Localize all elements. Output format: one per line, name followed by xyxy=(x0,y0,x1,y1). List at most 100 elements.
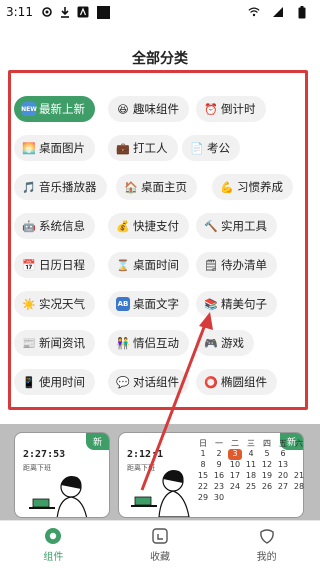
category-chip-couple[interactable]: 👫 情侣互动 xyxy=(108,330,189,356)
status-bar: 3:11 xyxy=(0,0,320,24)
category-chip-habit[interactable]: 💪 习惯养成 xyxy=(212,174,293,200)
calendar-day xyxy=(228,493,242,504)
tab-mine[interactable]: 我的 xyxy=(213,521,320,568)
category-chip-desktop-pictures[interactable]: 🌅 桌面图片 xyxy=(14,135,95,161)
category-chip-label: 趣味组件 xyxy=(133,102,179,116)
app-notification-square-icon xyxy=(96,5,110,19)
calendar-day: 1 xyxy=(200,449,206,458)
widget-subtitle: 距离下班 xyxy=(23,464,51,472)
calendar-day: 28 xyxy=(293,482,305,491)
category-chip-countdown[interactable]: ⏰ 倒计时 xyxy=(196,96,266,122)
category-chip-label: 游戏 xyxy=(221,336,244,350)
new-icon: NEW xyxy=(21,102,37,116)
page-title: 全部分类 xyxy=(132,51,188,67)
document-icon: 📄 xyxy=(190,141,204,155)
category-chip-news[interactable]: 📰 新闻资讯 xyxy=(14,330,95,356)
calendar-day: 8 xyxy=(200,460,206,469)
signal-icon xyxy=(272,6,284,18)
calendar-week-row: 29 30 xyxy=(196,493,306,504)
category-chip-desktop-time[interactable]: ⌛ 桌面时间 xyxy=(108,252,189,278)
category-chip-label: 桌面时间 xyxy=(133,258,179,272)
weekday: 日 xyxy=(199,439,207,448)
category-chip-label: 精美句子 xyxy=(221,297,267,311)
category-chip-worker[interactable]: 💼 打工人 xyxy=(108,135,178,161)
newspaper-icon: 📰 xyxy=(22,336,36,350)
category-chip-calendar[interactable]: 📅 日历日程 xyxy=(14,252,95,278)
calendar-day: 5 xyxy=(264,449,270,458)
calendar-week-row: 8 9 10 11 12 13 xyxy=(196,460,306,471)
category-chip-label: 系统信息 xyxy=(39,219,85,233)
category-chip-label: 待办清单 xyxy=(221,258,267,272)
category-chip-label: 情侣互动 xyxy=(133,336,179,350)
category-chip-label: 实况天气 xyxy=(39,297,85,311)
category-chip-todo[interactable]: 🗒 待办清单 xyxy=(196,252,277,278)
laugh-emoji-icon: 😆 xyxy=(117,102,129,116)
sun-icon: ☀️ xyxy=(22,297,36,311)
calendar-day: 13 xyxy=(277,460,289,469)
category-chip-latest[interactable]: NEW 最新上新 xyxy=(14,96,95,122)
favorites-tab-icon xyxy=(152,527,168,544)
tab-favorites[interactable]: 收藏 xyxy=(107,521,214,568)
calendar-day: 10 xyxy=(229,460,241,469)
profile-tab-icon xyxy=(259,528,274,544)
category-chip-games[interactable]: 🎮 游戏 xyxy=(196,330,254,356)
category-chip-sentences[interactable]: 📚 精美句子 xyxy=(196,291,277,317)
category-chip-system-info[interactable]: 🤖 系统信息 xyxy=(14,213,95,239)
letters-icon: AB xyxy=(116,297,130,311)
calendar-day-today: 3 xyxy=(228,449,242,460)
category-chip-quick-pay[interactable]: 💰 快捷支付 xyxy=(108,213,189,239)
wifi-icon xyxy=(248,6,260,18)
category-chip-label: 音乐播放器 xyxy=(39,180,97,194)
category-chip-music-player[interactable]: 🎵 音乐播放器 xyxy=(14,174,107,200)
category-chip-label: 习惯养成 xyxy=(237,180,283,194)
worker-illustration-icon xyxy=(29,476,88,517)
category-chip-weather[interactable]: ☀️ 实况天气 xyxy=(14,291,95,317)
notepad-icon: 🗒 xyxy=(204,258,218,272)
category-chip-label: 桌面主页 xyxy=(141,180,187,194)
tab-widgets[interactable]: 组件 xyxy=(0,521,107,568)
calendar-day: 30 xyxy=(213,493,225,502)
calendar-day: 22 xyxy=(197,482,209,491)
category-chip-fun-widgets[interactable]: 😆 趣味组件 xyxy=(108,96,189,122)
calendar-week-row: 22 23 24 25 26 27 28 xyxy=(196,482,306,493)
category-chip-label: 日历日程 xyxy=(39,258,85,272)
category-chip-label: 对话组件 xyxy=(133,375,179,389)
bottom-tab-bar: 组件 收藏 我的 xyxy=(0,520,320,568)
weekday: 二 xyxy=(231,439,239,448)
widget-time: 2:12:1 xyxy=(127,449,164,460)
calendar-day xyxy=(292,449,306,460)
category-chip-ellipse-widgets[interactable]: ⭕ 椭圆组件 xyxy=(196,369,277,395)
category-chip-label: 使用时间 xyxy=(39,375,85,389)
calendar-day xyxy=(244,493,258,504)
app-notification-icon xyxy=(77,6,89,18)
category-chip-chat-widgets[interactable]: 💬 对话组件 xyxy=(108,369,189,395)
calendar-day: 17 xyxy=(229,471,241,480)
calendar-week-row: 1 2 3 4 5 6 xyxy=(196,449,306,460)
category-chip-label: 桌面图片 xyxy=(39,141,85,155)
widget-time: 2:27:53 xyxy=(23,449,66,460)
alarm-clock-icon: ⏰ xyxy=(204,102,218,116)
category-chip-civil-exam[interactable]: 📄 考公 xyxy=(182,135,240,161)
calendar-day: 4 xyxy=(248,449,254,458)
category-chip-tools[interactable]: 🔨 实用工具 xyxy=(196,213,277,239)
battery-icon xyxy=(296,5,308,18)
briefcase-icon: 💼 xyxy=(116,141,130,155)
calendar-day: 12 xyxy=(261,460,273,469)
calendar-icon: 📅 xyxy=(22,258,36,272)
status-time: 3:11 xyxy=(6,5,33,19)
category-chip-desktop-text[interactable]: AB 桌面文字 xyxy=(108,291,189,317)
circle-icon: ⭕ xyxy=(204,375,218,389)
category-chip-label: 桌面文字 xyxy=(133,297,179,311)
mini-calendar: 日 一 二 三 四 五 六 1 2 3 4 5 6 8 9 10 11 12 1… xyxy=(196,438,306,518)
calendar-day: 19 xyxy=(261,471,273,480)
widgets-tab-icon xyxy=(45,527,62,544)
weekday: 四 xyxy=(263,439,271,448)
calendar-day xyxy=(276,493,290,504)
widget-card-countdown[interactable]: 新 2:27:53 距离下班 xyxy=(14,432,110,518)
calendar-day: 16 xyxy=(213,471,225,480)
category-chip-usage-time[interactable]: 📱 使用时间 xyxy=(14,369,95,395)
calendar-day: 15 xyxy=(197,471,209,480)
category-chip-desktop-home[interactable]: 🏠 桌面主页 xyxy=(116,174,197,200)
money-bag-icon: 💰 xyxy=(116,219,130,233)
robot-icon: 🤖 xyxy=(22,219,36,233)
